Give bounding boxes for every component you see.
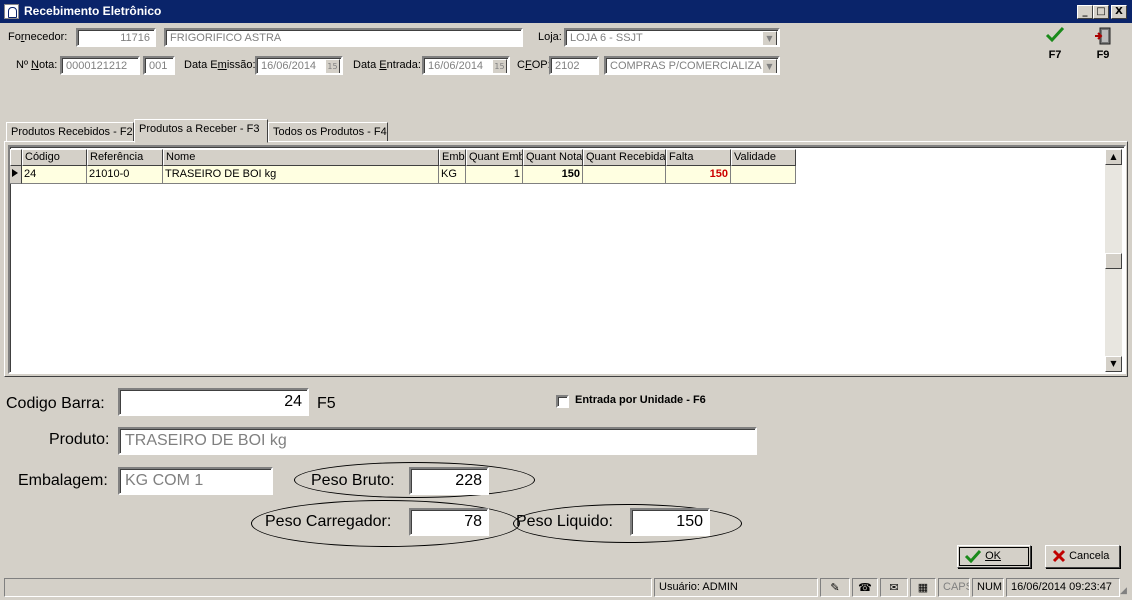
cell-quant-recebida[interactable] bbox=[583, 166, 666, 184]
cell-codigo[interactable]: 24 bbox=[22, 166, 87, 184]
close-button[interactable]: X bbox=[1111, 5, 1127, 19]
produto-label: Produto: bbox=[49, 431, 110, 448]
tab-produtos-recebidos[interactable]: Produtos Recebidos - F2 bbox=[6, 122, 134, 142]
status-user: Usuário: ADMIN bbox=[654, 578, 818, 597]
cancel-button-label: Cancela bbox=[1069, 550, 1110, 562]
data-emissao-field[interactable]: 16/06/2014 15 bbox=[255, 56, 343, 75]
cfop-desc: COMPRAS P/COMERCIALIZAC bbox=[610, 60, 770, 72]
cfop-code-field[interactable]: 2102 bbox=[549, 56, 599, 75]
row-indicator-icon bbox=[10, 166, 22, 184]
entrada-unidade-checkbox[interactable] bbox=[556, 395, 569, 408]
status-panel-main bbox=[4, 578, 652, 597]
cell-referencia[interactable]: 21010-0 bbox=[87, 166, 163, 184]
status-datetime: 16/06/2014 09:23:47 bbox=[1006, 578, 1120, 597]
data-emissao-label: Data Emissão: bbox=[184, 59, 256, 71]
minimize-button[interactable]: _ bbox=[1077, 5, 1093, 19]
confirm-tool-button[interactable]: F7 bbox=[1040, 26, 1070, 66]
entrada-unidade-label: Entrada por Unidade - F6 bbox=[575, 394, 706, 406]
status-calculator-icon[interactable]: ▦ bbox=[910, 578, 936, 597]
status-phone-icon[interactable]: ☎ bbox=[852, 578, 878, 597]
f5-label: F5 bbox=[317, 395, 336, 412]
col-header-nome[interactable]: Nome bbox=[163, 149, 439, 166]
peso-bruto-input[interactable]: 228 bbox=[409, 467, 489, 495]
cell-falta[interactable]: 150 bbox=[666, 166, 731, 184]
scroll-thumb[interactable] bbox=[1105, 253, 1122, 269]
fornecedor-code-field[interactable]: 11716 bbox=[76, 28, 156, 47]
exit-door-icon bbox=[1095, 27, 1111, 45]
cfop-label: CFOP: bbox=[517, 59, 551, 71]
grid-indicator-header bbox=[10, 149, 22, 166]
col-header-referencia[interactable]: Referência bbox=[87, 149, 163, 166]
fornecedor-name-field[interactable]: FRIGORIFICO ASTRA bbox=[164, 28, 523, 47]
peso-bruto-label: Peso Bruto: bbox=[311, 472, 395, 489]
loja-label: Loja: bbox=[538, 31, 562, 43]
cfop-select[interactable]: COMPRAS P/COMERCIALIZAC ▼ bbox=[604, 56, 780, 75]
calendar-icon[interactable]: 15 bbox=[492, 59, 507, 73]
peso-liquido-input[interactable]: 150 bbox=[630, 508, 710, 536]
col-header-quant-nota[interactable]: Quant Nota bbox=[523, 149, 583, 166]
exit-tool-button[interactable]: F9 bbox=[1088, 26, 1118, 66]
scroll-up-icon[interactable]: ▲ bbox=[1105, 149, 1122, 165]
peso-liquido-label: Peso Liquido: bbox=[516, 513, 613, 530]
tab-produtos-a-receber[interactable]: Produtos a Receber - F3 bbox=[134, 119, 268, 143]
col-header-codigo[interactable]: Código bbox=[22, 149, 87, 166]
loja-value: LOJA 6 - SSJT bbox=[570, 32, 643, 44]
produto-field[interactable]: TRASEIRO DE BOI kg bbox=[118, 427, 757, 455]
checkmark-icon bbox=[964, 549, 982, 564]
nota-label: Nº Nota: bbox=[16, 59, 58, 71]
vertical-scrollbar[interactable]: ▲ ▼ bbox=[1105, 149, 1122, 372]
cell-nome[interactable]: TRASEIRO DE BOI kg bbox=[163, 166, 439, 184]
chevron-down-icon[interactable]: ▼ bbox=[762, 59, 777, 73]
embalagem-label: Embalagem: bbox=[18, 472, 108, 489]
f9-label: F9 bbox=[1096, 49, 1110, 61]
ok-button[interactable]: OK bbox=[957, 545, 1031, 568]
data-emissao-value: 16/06/2014 bbox=[261, 60, 317, 72]
embalagem-field[interactable]: KG COM 1 bbox=[118, 467, 273, 495]
chevron-down-icon[interactable]: ▼ bbox=[762, 31, 777, 45]
loja-select[interactable]: LOJA 6 - SSJT ▼ bbox=[564, 28, 780, 47]
status-caps: CAPS bbox=[938, 578, 970, 597]
data-entrada-label: Data Entrada: bbox=[353, 59, 421, 71]
calendar-icon[interactable]: 15 bbox=[325, 59, 340, 73]
cancel-x-icon bbox=[1052, 549, 1066, 563]
products-grid[interactable]: Código Referência Nome Emb Quant Emb Qua… bbox=[8, 145, 1126, 374]
resize-grip-icon[interactable]: ◢ bbox=[1120, 585, 1130, 597]
status-num: NUM bbox=[972, 578, 1004, 597]
tab-todos-os-produtos[interactable]: Todos os Produtos - F4 bbox=[268, 122, 388, 142]
col-header-emb[interactable]: Emb bbox=[439, 149, 466, 166]
cell-validade[interactable] bbox=[731, 166, 796, 184]
peso-carregador-input[interactable]: 78 bbox=[409, 508, 489, 536]
fornecedor-label: Fornecedor: bbox=[8, 31, 68, 43]
window-title: Recebimento Eletrônico bbox=[24, 4, 162, 18]
title-bar: Recebimento Eletrônico _ □ X bbox=[0, 0, 1132, 23]
ok-button-label: OK bbox=[985, 550, 1001, 562]
checkmark-icon bbox=[1045, 26, 1065, 43]
cell-quant-nota[interactable]: 150 bbox=[523, 166, 583, 184]
codigo-barra-label: Codigo Barra: bbox=[6, 395, 105, 412]
cell-quant-emb[interactable]: 1 bbox=[466, 166, 523, 184]
nota-number-field[interactable]: 0000121212 bbox=[60, 56, 140, 75]
app-icon bbox=[4, 4, 19, 19]
peso-carregador-label: Peso Carregador: bbox=[265, 513, 392, 530]
col-header-quant-recebida[interactable]: Quant Recebida bbox=[583, 149, 666, 166]
status-mail-icon[interactable]: ✉ bbox=[880, 578, 908, 597]
cancel-button[interactable]: Cancela bbox=[1045, 545, 1120, 568]
data-entrada-field[interactable]: 16/06/2014 15 bbox=[422, 56, 510, 75]
data-entrada-value: 16/06/2014 bbox=[428, 60, 484, 72]
codigo-barra-input[interactable]: 24 bbox=[118, 388, 309, 416]
maximize-button[interactable]: □ bbox=[1093, 5, 1109, 19]
scroll-down-icon[interactable]: ▼ bbox=[1105, 356, 1122, 372]
status-notes-icon[interactable]: ✎ bbox=[820, 578, 850, 597]
col-header-falta[interactable]: Falta bbox=[666, 149, 731, 166]
col-header-validade[interactable]: Validade bbox=[731, 149, 796, 166]
cell-emb[interactable]: KG bbox=[439, 166, 466, 184]
nota-serie-field[interactable]: 001 bbox=[143, 56, 175, 75]
f7-label: F7 bbox=[1048, 49, 1062, 61]
col-header-quant-emb[interactable]: Quant Emb bbox=[466, 149, 523, 166]
